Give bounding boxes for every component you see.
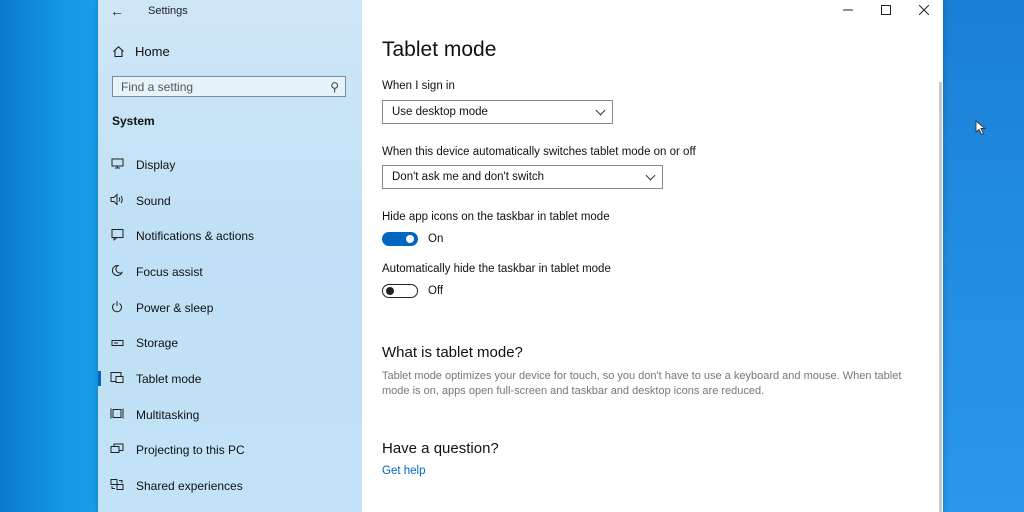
sidebar-item-power-sleep[interactable]: Power & sleep [98, 290, 362, 326]
sidebar-item-notifications[interactable]: Notifications & actions [98, 218, 362, 254]
sidebar-item-projecting[interactable]: Projecting to this PC [98, 433, 362, 469]
hide-taskbar-toggle-row: Off [382, 284, 443, 298]
toggle-knob [386, 287, 394, 295]
question-heading: Have a question? [382, 440, 499, 457]
sidebar-item-label: Tablet mode [136, 371, 202, 386]
desktop-background [942, 0, 1024, 512]
toggle-knob [406, 235, 414, 243]
auto-switch-label: When this device automatically switches … [382, 146, 696, 158]
sidebar-item-display[interactable]: Display [98, 147, 362, 183]
sidebar-item-multitasking[interactable]: Multitasking [98, 397, 362, 433]
close-button[interactable] [905, 0, 943, 20]
power-icon [109, 300, 125, 315]
hide-taskbar-label: Automatically hide the taskbar in tablet… [382, 263, 611, 275]
sidebar-item-label: Storage [136, 336, 179, 351]
hide-taskbar-toggle[interactable] [382, 284, 418, 298]
sidebar-item-label: Shared experiences [136, 479, 243, 494]
sound-icon [109, 192, 125, 208]
display-icon [109, 158, 125, 172]
sidebar-nav: Display Sound Notifications & actions Fo… [98, 147, 362, 504]
sidebar-item-label: Notifications & actions [136, 229, 255, 244]
focus-assist-icon [109, 264, 125, 279]
sidebar-item-tablet-mode[interactable]: Tablet mode [98, 361, 362, 397]
chevron-down-icon [645, 170, 656, 181]
home-icon [113, 46, 124, 58]
sidebar-item-label: Projecting to this PC [136, 443, 245, 458]
what-is-description: Tablet mode optimizes your device for to… [382, 370, 902, 397]
sidebar-item-label: Display [136, 157, 176, 172]
sidebar-item-storage[interactable]: Storage [98, 325, 362, 361]
sidebar-item-sound[interactable]: Sound [98, 183, 362, 219]
content-pane: Tablet mode When I sign in Use desktop m… [362, 0, 987, 512]
window-controls [829, 0, 943, 20]
hide-taskbar-state: Off [428, 285, 444, 297]
hide-icons-toggle-row: On [382, 232, 443, 246]
auto-switch-value: Don't ask me and don't switch [392, 171, 545, 183]
mouse-cursor-icon [975, 120, 987, 136]
maximize-button[interactable] [867, 0, 905, 20]
back-arrow-icon[interactable]: ← [110, 3, 124, 19]
window-title: Settings [148, 5, 188, 17]
search-input[interactable] [121, 79, 321, 94]
chevron-down-icon [595, 105, 606, 116]
maximize-icon [881, 5, 891, 15]
home-nav-item[interactable]: Home [112, 44, 170, 59]
sidebar-item-focus-assist[interactable]: Focus assist [98, 254, 362, 290]
hide-icons-state: On [428, 233, 444, 245]
search-box[interactable]: ⚲ [112, 76, 346, 97]
search-icon[interactable]: ⚲ [330, 80, 339, 94]
sidebar-item-label: Sound [136, 193, 171, 208]
get-help-link[interactable]: Get help [382, 465, 425, 477]
sidebar-item-shared-experiences[interactable]: Shared experiences [98, 468, 362, 504]
minimize-icon [843, 9, 853, 11]
what-is-heading: What is tablet mode? [382, 344, 523, 361]
storage-icon [109, 336, 125, 350]
notifications-icon [109, 229, 125, 244]
projecting-icon [109, 443, 125, 458]
sidebar-item-label: Multitasking [136, 407, 200, 422]
section-title: System [112, 114, 155, 128]
sidebar-item-label: Focus assist [136, 264, 203, 279]
close-icon [919, 5, 929, 15]
auto-switch-dropdown[interactable]: Don't ask me and don't switch [382, 165, 663, 189]
sign-in-value: Use desktop mode [392, 106, 488, 118]
minimize-button[interactable] [829, 0, 867, 20]
home-label: Home [135, 44, 170, 59]
multitasking-icon [109, 407, 125, 422]
scrollbar[interactable] [939, 82, 942, 512]
hide-icons-label: Hide app icons on the taskbar in tablet … [382, 211, 610, 223]
tablet-mode-icon [109, 371, 125, 386]
hide-icons-toggle[interactable] [382, 232, 418, 246]
sign-in-label: When I sign in [382, 80, 455, 92]
sidebar: ← Settings Home ⚲ System Display [98, 0, 362, 512]
page-title: Tablet mode [382, 38, 497, 61]
settings-window: ← Settings Home ⚲ System Display [98, 0, 987, 512]
sign-in-dropdown[interactable]: Use desktop mode [382, 100, 613, 124]
shared-experiences-icon [109, 479, 125, 494]
sidebar-item-label: Power & sleep [136, 300, 214, 315]
